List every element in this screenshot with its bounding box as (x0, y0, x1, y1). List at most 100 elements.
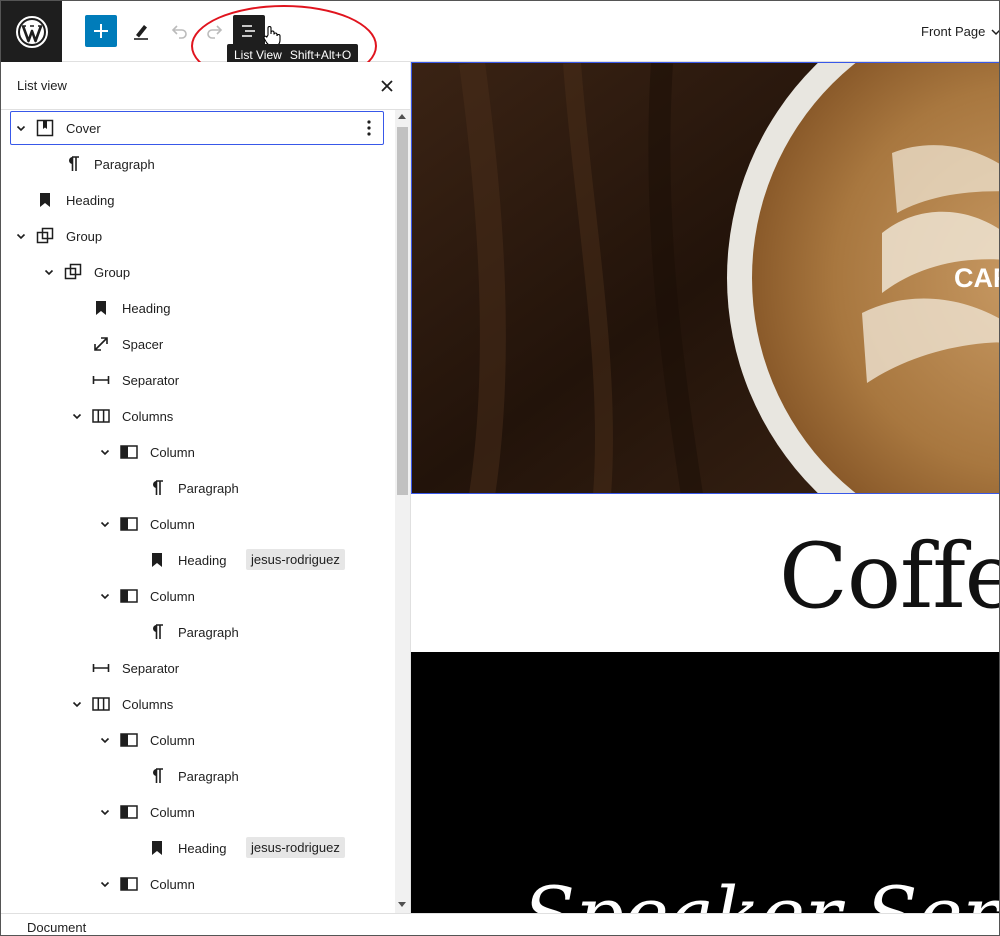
undo-button[interactable] (163, 15, 195, 47)
list-item-label: Column (150, 733, 195, 748)
column-icon (119, 730, 139, 750)
column-icon (119, 442, 139, 462)
list-item-label: Separator (122, 373, 180, 388)
heading-icon (35, 190, 55, 210)
breadcrumb-document[interactable]: Document (27, 920, 86, 935)
coffee-heading[interactable]: Coffee (779, 524, 999, 629)
list-view-title: List view (17, 78, 67, 93)
list-item[interactable]: Heading jesus-rodriguez (1, 830, 395, 866)
list-item[interactable]: Paragraph (1, 758, 395, 794)
column-icon (119, 514, 139, 534)
editor-window: List View Shift+Alt+O Front Page List vi… (0, 0, 1000, 936)
block-breadcrumb-bar: Document (1, 913, 999, 935)
chevron-down-icon[interactable] (97, 444, 113, 460)
pencil-icon (134, 25, 148, 40)
list-item[interactable]: Heading jesus-rodriguez (1, 542, 395, 578)
close-list-view-button[interactable] (377, 76, 397, 96)
list-item-label: Spacer (122, 337, 164, 352)
chevron-down-icon[interactable] (97, 804, 113, 820)
columns-icon (91, 694, 111, 714)
editor-canvas[interactable]: CAF Coffee Speaker Series (411, 62, 999, 913)
chevron-down-icon[interactable] (97, 876, 113, 892)
list-item-label: Heading (178, 841, 227, 856)
list-item-label: Group (66, 229, 103, 244)
document-title-button[interactable]: Front Page (921, 24, 985, 39)
heading-icon (91, 298, 111, 318)
list-view-scrollbar[interactable] (395, 110, 410, 913)
add-block-button[interactable] (85, 15, 117, 47)
list-item[interactable]: Cover (1, 110, 395, 146)
list-item[interactable]: Group (1, 254, 395, 290)
column-icon (119, 586, 139, 606)
separator-icon (91, 370, 111, 390)
list-item-label: Paragraph (178, 769, 239, 784)
chevron-down-icon[interactable] (97, 516, 113, 532)
list-item[interactable]: Separator (1, 650, 395, 686)
cover-block[interactable]: CAF (411, 62, 999, 494)
chevron-down-icon[interactable] (989, 25, 1000, 39)
columns-icon (91, 406, 111, 426)
paragraph-icon (63, 154, 83, 174)
scrollbar-thumb[interactable] (397, 127, 408, 495)
list-item[interactable]: Separator (1, 362, 395, 398)
list-item[interactable]: Heading (1, 182, 395, 218)
scroll-down-arrow-icon[interactable] (398, 902, 406, 907)
list-item[interactable]: Columns (1, 686, 395, 722)
list-item[interactable]: Column (1, 578, 395, 614)
chevron-down-icon[interactable] (97, 732, 113, 748)
separator-icon (91, 658, 111, 678)
list-item[interactable]: Heading (1, 290, 395, 326)
plus-icon (94, 24, 108, 38)
list-item[interactable]: Column (1, 506, 395, 542)
list-item[interactable]: Paragraph (1, 470, 395, 506)
list-view-header: List view (1, 62, 410, 110)
chevron-down-icon[interactable] (69, 408, 85, 424)
dark-group-block[interactable]: Speaker Series (411, 652, 999, 913)
heading-icon (147, 838, 167, 858)
list-item[interactable]: Column (1, 866, 395, 902)
column-icon (119, 802, 139, 822)
list-item-label: Column (150, 805, 195, 820)
list-item-label: Paragraph (178, 625, 239, 640)
tools-button[interactable] (125, 15, 157, 47)
wordpress-logo-icon (15, 15, 48, 48)
list-item-label: Paragraph (94, 157, 155, 172)
speaker-series-heading[interactable]: Speaker Series (523, 870, 999, 913)
paragraph-icon (147, 478, 167, 498)
list-item[interactable]: Group (1, 218, 395, 254)
editor-header: List View Shift+Alt+O Front Page (1, 1, 1000, 87)
list-item[interactable]: Spacer (1, 326, 395, 362)
list-item-label: Column (150, 877, 195, 892)
chevron-down-icon[interactable] (13, 228, 29, 244)
list-item-label: Column (150, 445, 195, 460)
list-item-label: Column (150, 589, 195, 604)
list-item[interactable]: Column (1, 722, 395, 758)
coffee-latte-image (412, 63, 999, 493)
chevron-down-icon[interactable] (69, 696, 85, 712)
block-options-button[interactable] (359, 118, 379, 138)
chevron-down-icon[interactable] (13, 120, 29, 136)
group-icon (63, 262, 83, 282)
list-item[interactable]: Column (1, 794, 395, 830)
group-icon (35, 226, 55, 246)
list-item-label: Columns (122, 697, 174, 712)
list-item-label: Heading (178, 553, 227, 568)
cover-heading-text[interactable]: CAF (954, 263, 999, 294)
list-item[interactable]: Paragraph (1, 614, 395, 650)
list-item[interactable]: Column (1, 434, 395, 470)
chevron-down-icon[interactable] (41, 264, 57, 280)
list-item-label: Cover (66, 121, 101, 136)
undo-icon (171, 25, 187, 39)
anchor-badge: jesus-rodriguez (246, 837, 345, 858)
scroll-up-arrow-icon[interactable] (398, 114, 406, 119)
list-item-label: Column (150, 517, 195, 532)
list-item[interactable]: Columns (1, 398, 395, 434)
wordpress-logo-button[interactable] (1, 1, 62, 62)
chevron-down-icon[interactable] (97, 588, 113, 604)
cover-icon (35, 118, 55, 138)
close-icon (381, 80, 393, 92)
anchor-badge: jesus-rodriguez (246, 549, 345, 570)
list-item[interactable]: Paragraph (1, 146, 395, 182)
heading-icon (147, 550, 167, 570)
column-icon (119, 874, 139, 894)
